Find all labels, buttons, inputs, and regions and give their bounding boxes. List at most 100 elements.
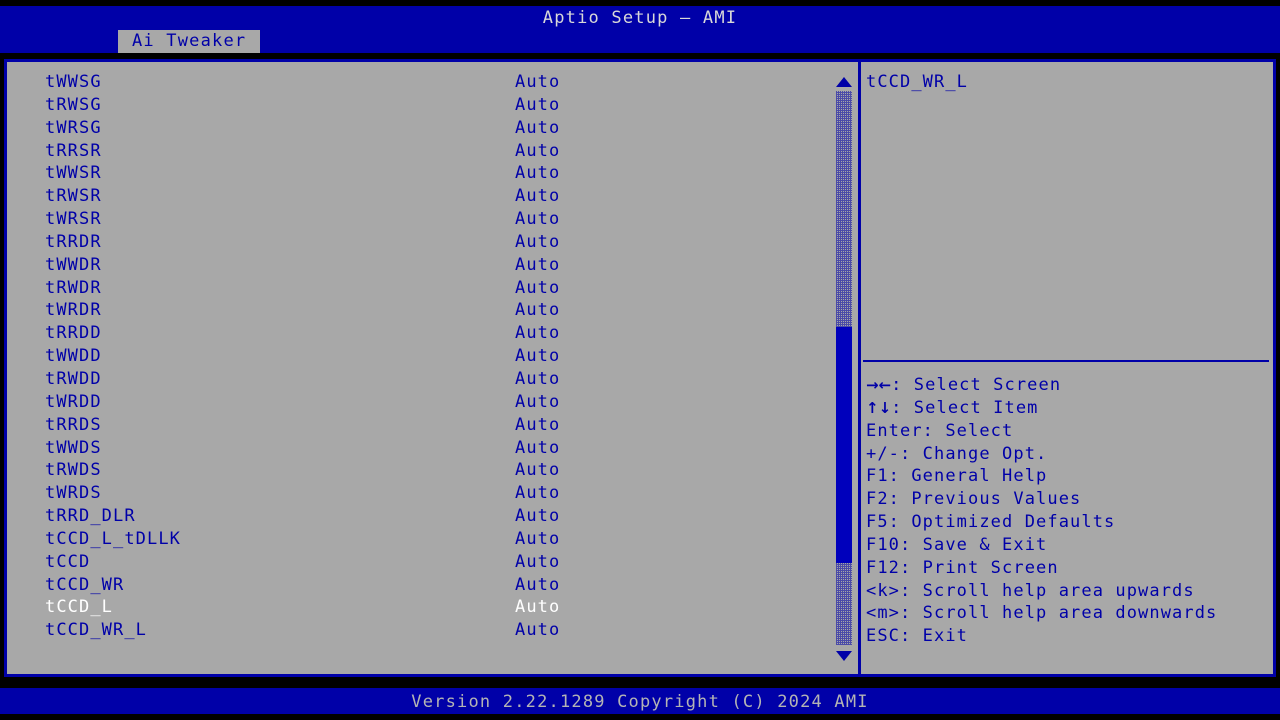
key-legend-text: +/-: Change Opt. <box>866 443 1048 464</box>
setting-row[interactable]: tRWDS Auto <box>7 459 827 482</box>
setting-value[interactable]: Auto <box>515 140 560 163</box>
setting-value[interactable]: Auto <box>515 596 560 619</box>
key-legend-item: F5: Optimized Defaults <box>866 511 1270 534</box>
setting-label: tCCD_L_tDLLK <box>45 528 182 549</box>
help-divider <box>863 360 1269 362</box>
setting-value[interactable]: Auto <box>515 117 560 140</box>
setting-value[interactable]: Auto <box>515 619 560 642</box>
setting-row[interactable]: tRRD_DLR Auto <box>7 505 827 528</box>
setting-label: tRRDR <box>45 231 102 252</box>
key-legend-item: F10: Save & Exit <box>866 534 1270 557</box>
setting-value[interactable]: Auto <box>515 368 560 391</box>
scroll-down-arrow-icon[interactable] <box>836 651 852 661</box>
setting-row[interactable]: tWRDD Auto <box>7 391 827 414</box>
setting-label: tWRDD <box>45 391 102 412</box>
key-legend-item: →←: Select Screen <box>866 374 1270 397</box>
setting-value[interactable]: Auto <box>515 551 560 574</box>
setting-label: tWRSR <box>45 209 102 230</box>
setting-row[interactable]: tRRSR Auto <box>7 140 827 163</box>
setting-value[interactable]: Auto <box>515 299 560 322</box>
key-legend-text: F1: General Help <box>866 466 1048 487</box>
setting-row[interactable]: tRWDD Auto <box>7 368 827 391</box>
setting-value[interactable]: Auto <box>515 185 560 208</box>
key-legend-text: F12: Print Screen <box>866 557 1059 578</box>
settings-rows: tWWSG Auto tRWSG Auto tWRSG Auto tRRSR Auto tWWS… <box>7 71 827 642</box>
tab-ai-tweaker[interactable]: Ai Tweaker <box>118 30 261 53</box>
key-legend-item: +/-: Change Opt. <box>866 443 1270 466</box>
help-panel: tCCD_WR_L →←: Select Screen ↑↓: Select It… <box>861 62 1273 674</box>
setting-value[interactable]: Auto <box>515 528 560 551</box>
page-title: Aptio Setup – AMI <box>542 8 738 28</box>
key-legend-item: ESC: Exit <box>866 625 1270 648</box>
setting-value[interactable]: Auto <box>515 414 560 437</box>
setting-row[interactable]: tCCD_WR Auto <box>7 574 827 597</box>
setting-row[interactable]: tRWSR Auto <box>7 185 827 208</box>
setting-row[interactable]: tWWSR Auto <box>7 162 827 185</box>
setting-value[interactable]: Auto <box>515 322 560 345</box>
setting-row[interactable]: tWWDR Auto <box>7 254 827 277</box>
setting-value[interactable]: Auto <box>515 94 560 117</box>
scrollbar-thumb[interactable] <box>836 327 852 563</box>
setting-row[interactable]: tWRDS Auto <box>7 482 827 505</box>
setting-row[interactable]: tRRDS Auto <box>7 414 827 437</box>
help-title: tCCD_WR_L <box>866 72 969 92</box>
key-legend-item: F2: Previous Values <box>866 488 1270 511</box>
key-legend-text: <m>: Scroll help area downwards <box>866 603 1218 624</box>
setting-label: tWWDS <box>45 437 102 458</box>
setting-value[interactable]: Auto <box>515 574 560 597</box>
setting-row[interactable]: tWRSG Auto <box>7 117 827 140</box>
key-legend-text: F10: Save & Exit <box>866 534 1048 555</box>
setting-row[interactable]: tRRDD Auto <box>7 322 827 345</box>
setting-value[interactable]: Auto <box>515 459 560 482</box>
key-legend-item: <k>: Scroll help area upwards <box>866 580 1270 603</box>
setting-value[interactable]: Auto <box>515 437 560 460</box>
setting-label: tRRD_DLR <box>45 506 136 527</box>
scroll-up-arrow-icon[interactable] <box>836 77 852 87</box>
setting-value[interactable]: Auto <box>515 231 560 254</box>
key-legend-text: Enter: Select <box>866 420 1014 441</box>
setting-value[interactable]: Auto <box>515 254 560 277</box>
setting-label: tRWSR <box>45 186 102 207</box>
list-scrollbar[interactable] <box>833 67 855 669</box>
setting-label: tWWSG <box>45 72 102 92</box>
setting-row[interactable]: tRRDR Auto <box>7 231 827 254</box>
setting-value[interactable]: Auto <box>515 482 560 505</box>
setting-row[interactable]: tRWDR Auto <box>7 277 827 300</box>
setting-value[interactable]: Auto <box>515 277 560 300</box>
key-legend-item: Enter: Select <box>866 420 1270 443</box>
setting-row[interactable]: tWWDD Auto <box>7 345 827 368</box>
setting-label: tWRSG <box>45 117 102 138</box>
setting-row[interactable]: tCCD_L_tDLLK Auto <box>7 528 827 551</box>
setting-label: tRWSG <box>45 94 102 115</box>
arrow-keys-icon: →← <box>866 376 892 394</box>
setting-label: tCCD <box>45 551 91 572</box>
setting-label: tWRDS <box>45 483 102 504</box>
key-legend-text: ESC: Exit <box>866 626 969 647</box>
setting-label: tWWSR <box>45 163 102 184</box>
setting-label: tWRDR <box>45 300 102 321</box>
setting-row[interactable]: tCCD_L Auto <box>7 596 827 619</box>
setting-row[interactable]: tWRSR Auto <box>7 208 827 231</box>
key-legend-text: <k>: Scroll help area upwards <box>866 580 1195 601</box>
setting-value[interactable]: Auto <box>515 71 560 94</box>
setting-row[interactable]: tCCD Auto <box>7 551 827 574</box>
setting-value[interactable]: Auto <box>515 208 560 231</box>
setting-value[interactable]: Auto <box>515 505 560 528</box>
setting-label: tRWDS <box>45 460 102 481</box>
setting-row[interactable]: tWWDS Auto <box>7 437 827 460</box>
setting-row[interactable]: tRWSG Auto <box>7 94 827 117</box>
setting-row[interactable]: tWWSG Auto <box>7 71 827 94</box>
setting-label: tWWDD <box>45 346 102 367</box>
setting-value[interactable]: Auto <box>515 345 560 368</box>
key-legend-item: F1: General Help <box>866 465 1270 488</box>
setup-frame: tWWSG Auto tRWSG Auto tWRSG Auto tRRSR Auto tWWS… <box>4 59 1276 677</box>
setting-row[interactable]: tWRDR Auto <box>7 299 827 322</box>
key-legend-text: : Select Screen <box>891 375 1062 395</box>
setting-value[interactable]: Auto <box>515 391 560 414</box>
bios-setup-screen: Aptio Setup – AMI Ai Tweaker tWWSG Auto tR… <box>0 0 1280 720</box>
setting-label: tWWDR <box>45 254 102 275</box>
setting-row[interactable]: tCCD_WR_L Auto <box>7 619 827 642</box>
version-text: Version 2.22.1289 Copyright (C) 2024 AMI <box>411 692 869 712</box>
key-legend-item: F12: Print Screen <box>866 557 1270 580</box>
setting-value[interactable]: Auto <box>515 162 560 185</box>
